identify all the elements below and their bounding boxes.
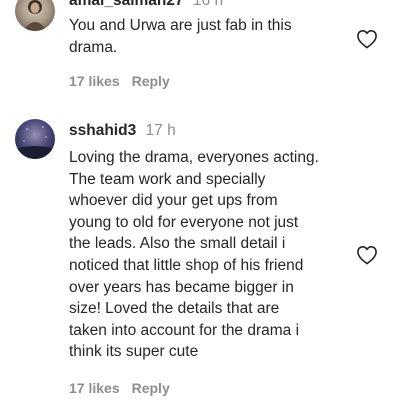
comment-item: sshahid3 17 h Loving the drama, everyone… xyxy=(0,112,396,408)
comment-header: amal_salman27 16 h xyxy=(69,0,223,10)
heart-outline-icon xyxy=(357,30,377,49)
username-link[interactable]: amal_salman27 xyxy=(69,0,184,9)
comment-text-line: You and Urwa are just fab in this xyxy=(69,17,292,34)
comment-timestamp[interactable]: 17 h xyxy=(146,122,176,139)
comment-text-line: young to old for everyone not just xyxy=(69,213,299,231)
comment-text-line: the leads. Also the small detail i xyxy=(69,235,286,253)
comment-text: You and Urwa are just fab in this drama. xyxy=(69,15,354,58)
like-button[interactable] xyxy=(356,245,378,265)
avatar[interactable] xyxy=(15,119,55,159)
comment-text-line: Loving the drama, everyones acting. xyxy=(69,149,319,166)
comment-timestamp[interactable]: 16 h xyxy=(193,0,223,9)
comment-text-line: taken into account for the drama i xyxy=(69,321,300,339)
username-link[interactable]: sshahid3 xyxy=(69,122,136,139)
avatar[interactable] xyxy=(15,0,55,31)
comment-text-line: over years has became bigger in xyxy=(69,278,294,296)
comment-text-line: size! Loved the details that are xyxy=(69,300,280,318)
comment-meta: 17 likes Reply xyxy=(69,73,170,89)
likes-count[interactable]: 17 likes xyxy=(69,73,120,89)
comment-meta: 17 likes Reply xyxy=(69,380,170,396)
reply-button[interactable]: Reply xyxy=(132,73,170,89)
comment-text-line: The team work and specially xyxy=(69,170,266,188)
reply-button[interactable]: Reply xyxy=(132,380,170,396)
comment-item: amal_salman27 16 h You and Urwa are just… xyxy=(0,0,396,100)
heart-outline-icon xyxy=(357,246,377,265)
likes-count[interactable]: 17 likes xyxy=(69,380,120,396)
comment-text-line: whoever did your get ups from xyxy=(69,192,278,210)
like-button[interactable] xyxy=(356,29,378,49)
comment-text: Loving the drama, everyones acting. The … xyxy=(69,147,354,363)
comment-text-line: noticed that little shop of his friend xyxy=(69,256,304,274)
comment-text-line: drama. xyxy=(69,38,118,56)
comment-header: sshahid3 17 h xyxy=(69,122,176,140)
comment-text-line: think its super cute xyxy=(69,343,199,361)
